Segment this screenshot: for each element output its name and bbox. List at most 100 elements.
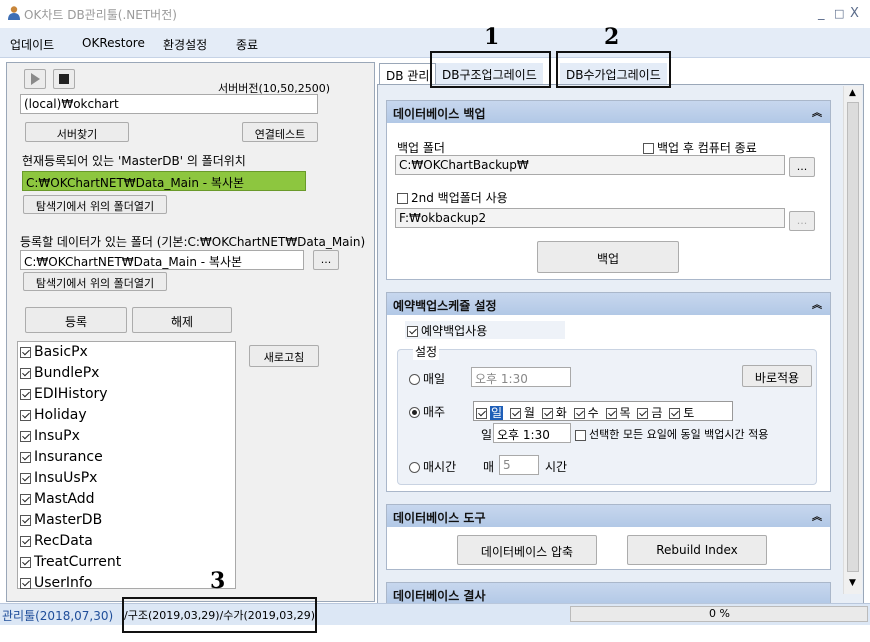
minimize-button[interactable]: _ bbox=[818, 6, 825, 21]
apply-now-button[interactable]: 바로적용 bbox=[742, 365, 812, 387]
browse-data-folder-button[interactable]: ... bbox=[313, 250, 339, 270]
backup-folder-input[interactable]: C:₩OKChartBackup₩ bbox=[395, 155, 785, 175]
database-name: RecData bbox=[34, 533, 93, 549]
stop-button[interactable] bbox=[53, 69, 75, 89]
list-item[interactable]: InsuPx bbox=[20, 428, 80, 444]
rebuild-index-button[interactable]: Rebuild Index bbox=[627, 535, 767, 565]
daily-label: 매일 bbox=[423, 372, 446, 386]
second-backup-label: 2nd 백업폴더 사용 bbox=[411, 191, 508, 205]
list-item[interactable]: InsuUsPx bbox=[20, 470, 97, 486]
menu-settings[interactable]: 환경설정 bbox=[163, 36, 207, 53]
day-label: 화 bbox=[555, 406, 567, 420]
find-server-button[interactable]: 서버찾기 bbox=[25, 122, 129, 142]
scroll-down-icon[interactable]: ▼ bbox=[849, 578, 856, 588]
play-button[interactable] bbox=[24, 69, 46, 89]
maximize-button[interactable]: □ bbox=[834, 7, 844, 20]
day-label: 수 bbox=[587, 406, 599, 420]
checkbox-checked-icon bbox=[20, 388, 31, 400]
day-label: 월 bbox=[523, 406, 535, 420]
weekly-radio[interactable]: 매주 bbox=[409, 403, 445, 420]
database-name: MasterDB bbox=[34, 512, 103, 528]
close-button[interactable]: X bbox=[850, 6, 859, 21]
daily-time-input[interactable]: 오후 1:30 bbox=[471, 367, 571, 387]
database-name: InsuPx bbox=[34, 428, 80, 444]
list-item[interactable]: BasicPx bbox=[20, 344, 88, 360]
open-explorer-button-1[interactable]: 탐색기에서 위의 폴더열기 bbox=[23, 195, 167, 214]
next-group-header-title: 데이터베이스 결사 bbox=[393, 589, 486, 603]
data-folder-input[interactable]: C:₩OKChartNET₩Data_Main - 복사본 bbox=[20, 250, 304, 270]
database-name: EDIHistory bbox=[34, 386, 108, 402]
menu-update[interactable]: 업데이트 bbox=[10, 36, 54, 53]
schedule-header[interactable]: 예약백업스케쥴 설정 ︽ bbox=[387, 293, 830, 315]
annotation-number-3: 3 bbox=[210, 568, 226, 594]
list-item[interactable]: BundlePx bbox=[20, 365, 99, 381]
backup-button[interactable]: 백업 bbox=[537, 241, 679, 273]
database-name: Holiday bbox=[34, 407, 87, 423]
browse-backup-folder-button[interactable]: ... bbox=[789, 157, 815, 177]
shutdown-after-backup-checkbox[interactable]: 백업 후 컴퓨터 종료 bbox=[643, 139, 757, 156]
annotation-box-2 bbox=[556, 51, 671, 88]
checkbox-checked-icon bbox=[20, 535, 31, 547]
scroll-up-icon[interactable]: ▲ bbox=[849, 88, 856, 98]
tab-db-manage[interactable]: DB 관리 bbox=[379, 63, 437, 85]
open-explorer-button-2[interactable]: 탐색기에서 위의 폴더열기 bbox=[23, 272, 167, 291]
weekly-time-input[interactable]: 오후 1:30 bbox=[493, 423, 571, 443]
day-checkbox-mon[interactable]: 월 bbox=[509, 404, 535, 421]
use-scheduled-backup-checkbox[interactable]: 예약백업사용 bbox=[405, 321, 565, 339]
schedule-group: 예약백업스케쥴 설정 ︽ 예약백업사용 설정 매일 오후 1:30 바로적용 매주… bbox=[386, 292, 831, 492]
annotation-number-2: 2 bbox=[604, 24, 620, 50]
backup-group: 데이터베이스 백업 ︽ 백업 폴더 백업 후 컴퓨터 종료 C:₩OKChartB… bbox=[386, 100, 831, 280]
db-tools-header[interactable]: 데이터베이스 도구 ︽ bbox=[387, 505, 830, 527]
next-group-header[interactable]: 데이터베이스 결사 bbox=[387, 583, 830, 604]
day-checkbox-fri[interactable]: 금 bbox=[637, 404, 662, 421]
list-item[interactable]: UserInfo bbox=[20, 575, 92, 591]
progress-bar: 0 % bbox=[570, 606, 868, 622]
checkbox-checked-icon bbox=[669, 408, 681, 419]
database-name: UserInfo bbox=[34, 575, 93, 591]
second-backup-input[interactable]: F:₩okbackup2 bbox=[395, 208, 785, 228]
day-checkbox-sun[interactable]: 일 bbox=[476, 404, 504, 421]
hourly-interval-input[interactable]: 5 bbox=[499, 455, 539, 475]
day-checkbox-thu[interactable]: 목 bbox=[605, 404, 631, 421]
checkbox-checked-icon bbox=[20, 472, 31, 484]
radio-unselected-icon bbox=[409, 462, 420, 473]
list-item[interactable]: RecData bbox=[20, 533, 93, 549]
checkbox-checked-icon bbox=[407, 326, 418, 337]
checkbox-checked-icon bbox=[20, 346, 31, 358]
weekday-selector: 일 월 화 수 목 금 토 bbox=[473, 401, 733, 421]
list-item[interactable]: MastAdd bbox=[20, 491, 95, 507]
day-checkbox-tue[interactable]: 화 bbox=[541, 404, 567, 421]
checkbox-checked-icon bbox=[20, 514, 31, 526]
checkbox-checked-icon bbox=[605, 408, 617, 419]
daily-radio[interactable]: 매일 bbox=[409, 370, 445, 387]
database-name: BasicPx bbox=[34, 344, 88, 360]
scroll-thumb[interactable] bbox=[847, 102, 859, 572]
list-item[interactable]: MasterDB bbox=[20, 512, 102, 528]
second-backup-checkbox[interactable]: 2nd 백업폴더 사용 bbox=[397, 189, 508, 206]
unregister-button[interactable]: 해제 bbox=[132, 307, 232, 333]
backup-header[interactable]: 데이터베이스 백업 ︽ bbox=[387, 101, 830, 123]
settings-label: 설정 bbox=[413, 343, 440, 360]
browse-second-backup-button[interactable]: ... bbox=[789, 211, 815, 231]
compress-db-button[interactable]: 데이터베이스 압축 bbox=[457, 535, 597, 565]
list-item[interactable]: EDIHistory bbox=[20, 386, 108, 402]
right-panel-scrollbar[interactable]: ▲ ▼ bbox=[843, 86, 862, 594]
use-scheduled-backup-label: 예약백업사용 bbox=[421, 324, 488, 338]
title-bar: OK차트 DB관리툴(.NET버전) _ □ X bbox=[0, 0, 870, 28]
checkbox-checked-icon bbox=[573, 408, 585, 419]
day-checkbox-wed[interactable]: 수 bbox=[573, 404, 599, 421]
same-time-checkbox[interactable]: 선택한 모든 요일에 동일 백업시간 적용 bbox=[575, 426, 768, 442]
connect-test-button[interactable]: 연결테스트 bbox=[242, 122, 318, 142]
day-checkbox-sat[interactable]: 토 bbox=[669, 404, 694, 421]
hourly-radio[interactable]: 매시간 bbox=[409, 458, 456, 475]
refresh-button[interactable]: 새로고침 bbox=[249, 345, 319, 367]
list-item[interactable]: TreatCurrent bbox=[20, 554, 121, 570]
menu-exit[interactable]: 종료 bbox=[236, 36, 258, 53]
list-item[interactable]: Insurance bbox=[20, 449, 103, 465]
register-button[interactable]: 등록 bbox=[25, 307, 127, 333]
menu-okrestore[interactable]: OKRestore bbox=[82, 36, 145, 50]
checkbox-checked-icon bbox=[476, 408, 487, 419]
checkbox-checked-icon bbox=[20, 367, 31, 379]
server-input[interactable]: (local)₩okchart bbox=[20, 94, 318, 114]
list-item[interactable]: Holiday bbox=[20, 407, 87, 423]
